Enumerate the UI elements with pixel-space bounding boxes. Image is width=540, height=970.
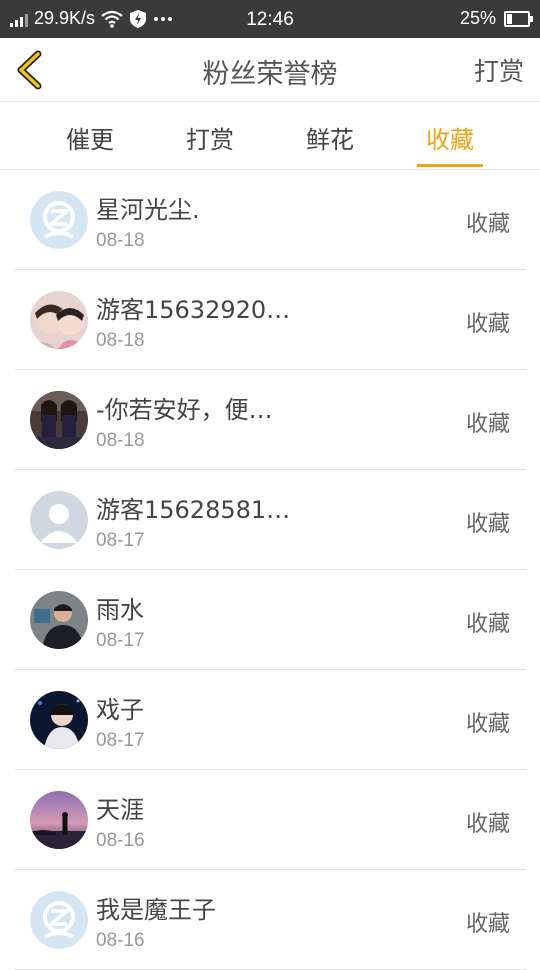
user-photo-icon: [30, 791, 88, 849]
tab-favorites[interactable]: 收藏: [415, 120, 485, 167]
user-name: 游客15632920…: [96, 296, 291, 324]
favorite-label: 收藏: [465, 412, 510, 437]
avatar: [30, 391, 88, 449]
user-photo-icon: [30, 391, 88, 449]
list-item[interactable]: 戏子 08-17 收藏: [0, 670, 540, 770]
user-name: 我是魔王子: [96, 896, 216, 924]
favorite-label: 收藏: [465, 912, 510, 937]
avatar: [30, 891, 88, 949]
favorite-label: 收藏: [465, 712, 510, 737]
date-label: 08-18: [96, 330, 145, 351]
avatar: [30, 591, 88, 649]
favorite-label: 收藏: [465, 312, 510, 337]
header: 粉丝荣誉榜 打赏: [0, 38, 540, 102]
user-photo-icon: [30, 291, 88, 349]
user-photo-icon: [30, 591, 88, 649]
favorite-label: 收藏: [465, 812, 510, 837]
favorite-label: 收藏: [465, 512, 510, 537]
fan-list: 星河光尘. 08-18 收藏 游客15632920… 08-18 收藏 -你若安…: [0, 170, 540, 970]
page-title: 粉丝荣誉榜: [202, 59, 338, 90]
status-bar: 29.9K/s 12:46 25%: [0, 0, 540, 38]
date-label: 08-17: [96, 630, 145, 651]
avatar: [30, 191, 88, 249]
list-item[interactable]: 星河光尘. 08-18 收藏: [0, 170, 540, 270]
user-name: 雨水: [96, 596, 144, 624]
user-name: 星河光尘.: [96, 196, 200, 224]
tab-urge[interactable]: 催更: [55, 120, 125, 155]
list-item[interactable]: 天涯 08-16 收藏: [0, 770, 540, 870]
list-item[interactable]: 游客15628581… 08-17 收藏: [0, 470, 540, 570]
tab-flowers[interactable]: 鲜花: [295, 120, 365, 155]
tab-bar: 催更 打赏 鲜花 收藏: [0, 102, 540, 170]
date-label: 08-18: [96, 230, 145, 251]
battery-percent: 25%: [459, 8, 496, 28]
default-person-avatar-icon: [30, 491, 88, 549]
date-label: 08-17: [96, 530, 145, 551]
date-label: 08-17: [96, 730, 145, 751]
avatar: [30, 491, 88, 549]
list-item[interactable]: 游客15632920… 08-18 收藏: [0, 270, 540, 370]
user-name: 游客15628581…: [96, 496, 291, 524]
qq-default-avatar-icon: [30, 191, 88, 249]
list-item[interactable]: 我是魔王子 08-16 收藏: [0, 870, 540, 970]
user-photo-icon: [30, 691, 88, 749]
avatar: [30, 791, 88, 849]
list-item[interactable]: -你若安好，便… 08-18 收藏: [0, 370, 540, 470]
tab-reward[interactable]: 打赏: [175, 120, 245, 155]
qq-default-avatar-icon: [30, 891, 88, 949]
date-label: 08-16: [96, 930, 145, 951]
user-name: -你若安好，便…: [96, 396, 273, 424]
list-item[interactable]: 雨水 08-17 收藏: [0, 570, 540, 670]
avatar: [30, 291, 88, 349]
reward-button[interactable]: 打赏: [474, 52, 524, 88]
user-name: 天涯: [96, 796, 144, 824]
date-label: 08-18: [96, 430, 145, 451]
date-label: 08-16: [96, 830, 145, 851]
favorite-label: 收藏: [465, 212, 510, 237]
user-name: 戏子: [96, 696, 144, 724]
favorite-label: 收藏: [465, 612, 510, 637]
avatar: [30, 691, 88, 749]
battery-icon: [504, 10, 533, 27]
